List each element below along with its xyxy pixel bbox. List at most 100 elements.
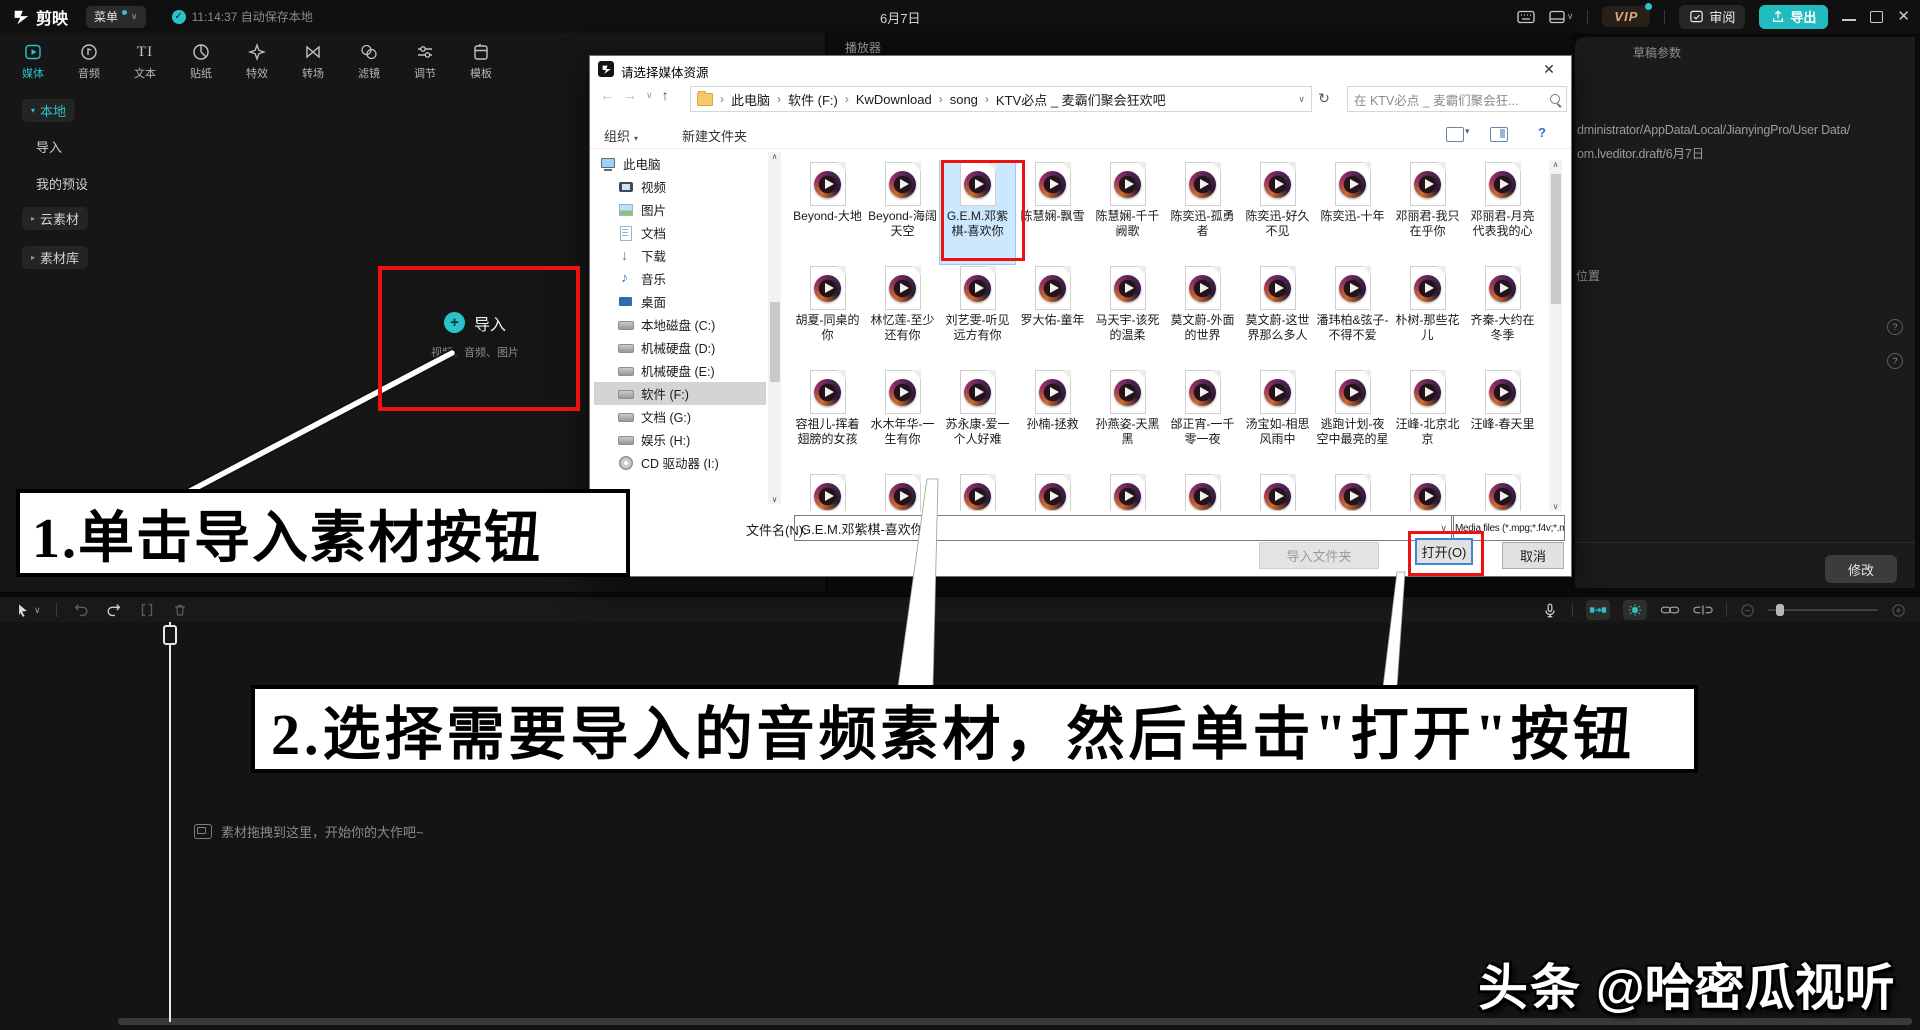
dialog-sidebar-item[interactable]: 娱乐 (H:) <box>594 428 766 451</box>
breadcrumb-segment[interactable]: 软件 (F:) <box>788 90 838 109</box>
dialog-sidebar-item[interactable]: 文档 (G:) <box>594 405 766 428</box>
file-item[interactable]: Beyond-大地 <box>790 160 865 264</box>
file-grid-scrollbar[interactable]: ∧ ∨ <box>1549 160 1562 511</box>
file-item[interactable]: 陈奕迅-孤勇者 <box>1165 160 1240 264</box>
file-item[interactable]: 胡夏-同桌的你 <box>790 264 865 368</box>
breadcrumb-segment[interactable]: KwDownload <box>856 92 932 107</box>
file-item[interactable]: 齐秦-大约在冬季 <box>1465 264 1540 368</box>
zoom-out-icon[interactable] <box>1740 603 1755 618</box>
file-item[interactable]: 孙燕姿-天黑黑 <box>1090 368 1165 472</box>
help-icon[interactable]: ? <box>1887 353 1903 369</box>
dialog-sidebar-item[interactable]: 本地磁盘 (C:) <box>594 313 766 336</box>
file-item[interactable]: 苏永康-爱一个人好难 <box>940 368 1015 472</box>
restore-button[interactable] <box>1870 11 1883 23</box>
breadcrumb-segment[interactable]: KTV必点 _ 麦霸们聚会狂欢吧 <box>996 90 1166 109</box>
open-button[interactable]: 打开(O) <box>1415 538 1473 565</box>
close-button[interactable]: ✕ <box>1897 9 1910 24</box>
delete-icon[interactable] <box>171 601 189 619</box>
dialog-sidebar-item[interactable]: CD 驱动器 (I:) <box>594 451 766 474</box>
ribbon-tab-audio[interactable]: 音频 <box>66 39 112 83</box>
preview-pane-icon[interactable] <box>1490 127 1508 142</box>
file-item[interactable]: 邰正宵-一千零一夜 <box>1165 368 1240 472</box>
breadcrumb-segment[interactable]: song <box>950 92 978 107</box>
file-item[interactable]: G.E.M.邓紫棋-喜欢你 <box>940 160 1015 264</box>
modify-button[interactable]: 修改 <box>1825 555 1897 583</box>
sidebar-item-import[interactable]: 导入 <box>36 137 62 156</box>
minimize-button[interactable] <box>1842 19 1856 21</box>
microphone-icon[interactable] <box>1541 601 1559 620</box>
layout-toggle-icon[interactable]: ∨ <box>1549 10 1574 24</box>
file-item[interactable]: 潘玮柏&弦子-不得不爱 <box>1315 264 1390 368</box>
file-item[interactable]: 陈奕迅-十年 <box>1315 160 1390 264</box>
sidebar-group-assets[interactable]: ▸ 素材库 <box>22 246 88 269</box>
file-item[interactable] <box>790 472 865 511</box>
file-item[interactable] <box>1015 472 1090 511</box>
dialog-sidebar-item[interactable]: 下载 <box>594 244 766 267</box>
file-item[interactable]: 水木年华-一生有你 <box>865 368 940 472</box>
sidebar-group-local[interactable]: ▾ 本地 <box>22 99 75 122</box>
nav-back-icon[interactable]: ← <box>600 87 614 103</box>
file-item[interactable]: 朴树-那些花儿 <box>1390 264 1465 368</box>
file-item[interactable]: 林忆莲-至少还有你 <box>865 264 940 368</box>
review-button[interactable]: 审阅 <box>1679 5 1745 29</box>
import-folder-button[interactable]: 导入文件夹 <box>1259 542 1379 569</box>
preview-axis-icon[interactable] <box>1693 603 1713 617</box>
file-item[interactable]: Beyond-海阔天空 <box>865 160 940 264</box>
dialog-sidebar-item[interactable]: 图片 <box>594 198 766 221</box>
sidebar-item-presets[interactable]: 我的预设 <box>36 174 88 193</box>
dialog-sidebar-item[interactable]: 机械硬盘 (D:) <box>594 336 766 359</box>
dialog-sidebar-item[interactable]: 软件 (F:) <box>594 382 766 405</box>
sidebar-group-cloud[interactable]: ▸ 云素材 <box>22 207 88 230</box>
file-item[interactable]: 孙楠-拯救 <box>1015 368 1090 472</box>
breadcrumb-bar[interactable]: ›此电脑›软件 (F:)›KwDownload›song›KTV必点 _ 麦霸们… <box>690 86 1312 112</box>
file-item[interactable]: 汤宝如-相思风雨中 <box>1240 368 1315 472</box>
link-icon[interactable] <box>1660 603 1680 617</box>
change-view-icon[interactable] <box>1446 127 1464 142</box>
organize-button[interactable]: 组织▾ <box>604 126 638 145</box>
ribbon-tab-transition[interactable]: 转场 <box>290 39 336 83</box>
undo-icon[interactable] <box>72 601 90 619</box>
file-item[interactable]: 容祖儿-挥着翅膀的女孩 <box>790 368 865 472</box>
address-dropdown-icon[interactable]: ∨ <box>1298 94 1305 105</box>
ribbon-tab-effects[interactable]: 特效 <box>234 39 280 83</box>
scrollbar-thumb[interactable] <box>770 302 780 382</box>
file-item[interactable]: 陈奕迅-好久不见 <box>1240 160 1315 264</box>
breadcrumb-segment[interactable]: 此电脑 <box>731 90 770 109</box>
vip-badge[interactable]: VIP <box>1602 6 1650 27</box>
scroll-up-icon[interactable]: ∧ <box>768 152 781 161</box>
help-icon[interactable]: ? <box>1887 319 1903 335</box>
dialog-sidebar-item[interactable]: 文档 <box>594 221 766 244</box>
file-item[interactable] <box>1315 472 1390 511</box>
file-item[interactable]: 陈慧娴-千千阙歌 <box>1090 160 1165 264</box>
file-item[interactable] <box>940 472 1015 511</box>
file-item[interactable] <box>1390 472 1465 511</box>
ribbon-tab-sticker[interactable]: 贴纸 <box>178 39 224 83</box>
auto-snap-icon[interactable] <box>1586 600 1610 620</box>
nav-up-icon[interactable]: ↑ <box>662 87 669 103</box>
dialog-sidebar-item[interactable]: 此电脑 <box>594 152 766 175</box>
file-item[interactable]: 邓丽君-月亮代表我的心 <box>1465 160 1540 264</box>
dialog-close-button[interactable]: ✕ <box>1527 56 1571 82</box>
nav-forward-icon[interactable]: → <box>623 87 637 103</box>
dialog-sidebar-item[interactable]: 视频 <box>594 175 766 198</box>
zoom-in-icon[interactable] <box>1891 603 1906 618</box>
file-item[interactable]: 刘艺雯-听见远方有你 <box>940 264 1015 368</box>
ribbon-tab-text[interactable]: TI文本 <box>122 39 168 83</box>
scroll-down-icon[interactable]: ∨ <box>768 495 781 504</box>
export-button[interactable]: 导出 <box>1759 5 1828 29</box>
redo-icon[interactable] <box>105 601 123 619</box>
nav-history-icon[interactable]: ∨ <box>646 90 653 101</box>
file-item[interactable]: 莫文蔚-这世界那么多人 <box>1240 264 1315 368</box>
file-item[interactable]: 陈慧娴-飘雪 <box>1015 160 1090 264</box>
ribbon-tab-adjust[interactable]: 调节 <box>402 39 448 83</box>
keyboard-shortcuts-icon[interactable] <box>1517 10 1535 24</box>
dialog-title-bar[interactable]: 请选择媒体资源 ✕ <box>590 56 1571 82</box>
ribbon-tab-filter[interactable]: 滤镜 <box>346 39 392 83</box>
main-track-magnet-icon[interactable] <box>1623 600 1647 620</box>
ribbon-tab-template[interactable]: 模板 <box>458 39 504 83</box>
dialog-sidebar-item[interactable]: 音乐 <box>594 267 766 290</box>
search-input[interactable]: 在 KTV必点 _ 麦霸们聚会狂... <box>1347 86 1567 112</box>
filename-input[interactable]: G.E.M.邓紫棋-喜欢你 ∨ <box>794 515 1454 541</box>
file-item[interactable]: 汪峰-北京北京 <box>1390 368 1465 472</box>
menu-button[interactable]: 菜单 ∨ <box>86 6 146 28</box>
